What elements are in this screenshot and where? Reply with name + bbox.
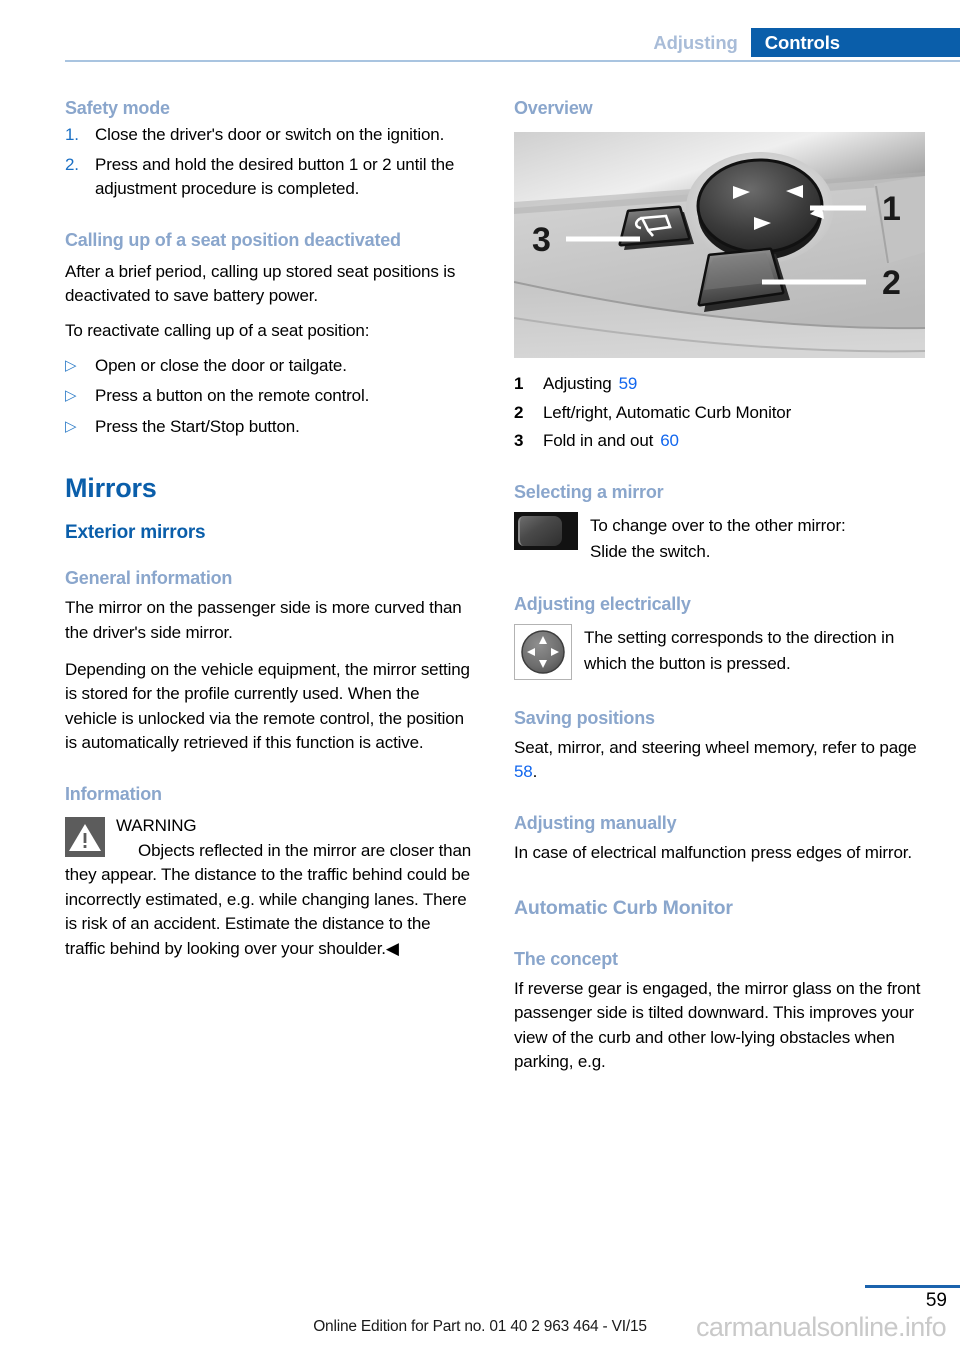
heading-the-concept: The concept — [514, 948, 618, 969]
legend-label: Fold in and out 60 — [543, 429, 924, 454]
calling-up-paragraph-1: After a brief period, calling up stored … — [65, 261, 456, 306]
page-number: 59 — [925, 1290, 947, 1311]
warning-triangle-icon — [65, 816, 105, 857]
selecting-mirror-text: To change over to the other mirror: Slid… — [590, 512, 924, 566]
heading-safety-mode: Safety mode — [65, 98, 170, 118]
heading-calling-up-seat-position: Calling up of a seat position deactivate… — [65, 229, 401, 250]
header-divider — [65, 60, 960, 62]
list-item-text: Press a button on the remote control. — [95, 386, 370, 406]
triangle-bullet-icon: ▷ — [65, 356, 77, 374]
svg-text:2: 2 — [882, 264, 901, 302]
list-item: 2 Left/right, Automatic Curb Monitor — [514, 401, 924, 426]
step-number: 2. — [65, 154, 79, 174]
saving-positions-text-before: Seat, mirror, and steering wheel memory,… — [514, 737, 917, 757]
selecting-mirror-line-1: To change over to the other mirror: — [590, 515, 846, 535]
page-reference-link[interactable]: 59 — [612, 374, 638, 393]
svg-text:3: 3 — [532, 221, 551, 259]
legend-label-text: Left/right, Automatic Curb Monitor — [543, 402, 792, 422]
legend-number: 1 — [514, 374, 524, 393]
joystick-icon — [514, 623, 572, 680]
calling-up-paragraph-2: To reactivate calling up of a seat posit… — [65, 320, 370, 340]
list-item: ▷ Press a button on the remote control. — [65, 384, 475, 409]
heading-adjusting-electrically: Adjusting electrically — [514, 593, 691, 614]
heading-saving-positions: Saving positions — [514, 707, 655, 728]
legend-label: Adjusting 59 — [543, 372, 924, 397]
legend-number: 3 — [514, 431, 524, 451]
step-text: Close the driver's door or switch on the… — [95, 125, 445, 144]
heading-information: Information — [65, 783, 162, 804]
page-reference-link[interactable]: 58 — [514, 762, 533, 781]
header-tab-adjusting[interactable]: Adjusting — [639, 28, 751, 57]
heading-exterior-mirrors: Exterior mirrors — [65, 522, 206, 544]
triangle-bullet-icon: ▷ — [65, 417, 77, 435]
warning-text: Objects reflected in the mirror are clos… — [65, 839, 475, 962]
safety-mode-steps: 1. Close the driver's door or switch on … — [65, 123, 475, 202]
triangle-bullet-icon: ▷ — [65, 387, 77, 405]
page-header: Adjusting Controls — [0, 0, 960, 62]
list-item: 2. Press and hold the desired button 1 o… — [65, 153, 475, 202]
adjusting-manually-text: In case of electrical malfunction press … — [514, 842, 912, 862]
list-item: 1 Adjusting 59 — [514, 372, 924, 397]
list-item: 3 Fold in and out 60 — [514, 429, 924, 454]
general-information-paragraph-2: Depending on the vehicle equipment, the … — [65, 659, 470, 753]
heading-mirrors: Mirrors — [65, 473, 157, 504]
joystick-glyph — [514, 623, 572, 680]
legend-number: 2 — [514, 402, 524, 422]
page-reference-link[interactable]: 60 — [653, 431, 679, 450]
warning-label: WARNING — [116, 815, 197, 835]
general-information-paragraph-1: The mirror on the passenger side is more… — [65, 598, 462, 642]
list-item: ▷ Press the Start/Stop button. — [65, 415, 475, 440]
list-item: ▷ Open or close the door or tailgate. — [65, 354, 475, 379]
heading-general-information: General information — [65, 568, 233, 589]
heading-overview: Overview — [514, 98, 593, 118]
selecting-mirror-row: To change over to the other mirror: Slid… — [514, 511, 924, 566]
saving-positions-text: Seat, mirror, and steering wheel memory,… — [514, 736, 924, 785]
overview-legend: 1 Adjusting 59 2 Left/right, Automatic Cu… — [514, 372, 924, 454]
legend-label-text: Fold in and out — [543, 431, 654, 451]
footer-divider — [865, 1285, 960, 1288]
mirror-controls-illustration: 1 2 3 — [514, 132, 925, 358]
heading-adjusting-manually: Adjusting manually — [514, 812, 677, 833]
right-column: Overview 1 2 3 1 Adjusting 59 2 Left/rig… — [514, 96, 925, 1075]
legend-label: Left/right, Automatic Curb Monitor — [543, 401, 924, 426]
the-concept-text: If reverse gear is engaged, the mirror g… — [514, 978, 921, 1072]
left-column: Safety mode 1. Close the driver's door o… — [65, 96, 475, 961]
list-item-text: Press the Start/Stop button. — [95, 416, 300, 436]
slide-switch-icon — [514, 511, 578, 550]
saving-positions-text-after: . — [532, 762, 538, 782]
slide-switch-glyph — [514, 511, 578, 550]
heading-selecting-a-mirror: Selecting a mirror — [514, 481, 664, 502]
site-watermark: carmanualsonline.info — [695, 1312, 947, 1342]
warning-end-marker: ◀ — [385, 938, 399, 958]
adjusting-electrically-text: The setting corresponds to the direction… — [584, 627, 895, 674]
reactivate-bullet-list: ▷ Open or close the door or tailgate. ▷ … — [65, 354, 475, 440]
slide-switch-thumb — [518, 515, 562, 546]
warning-text-content: Objects reflected in the mirror are clos… — [65, 840, 472, 958]
header-section-tabs: Adjusting Controls — [639, 28, 960, 57]
adjusting-electrically-row: The setting corresponds to the direction… — [514, 623, 924, 680]
step-text: Press and hold the desired button 1 or 2… — [95, 154, 455, 199]
page-footer: 59 Online Edition for Part no. 01 40 2 9… — [0, 1272, 960, 1362]
legend-label-text: Adjusting — [543, 374, 612, 393]
warning-block: WARNING Objects reflected in the mirror … — [65, 814, 475, 962]
selecting-mirror-line-2: Slide the switch. — [590, 542, 711, 562]
header-tab-controls[interactable]: Controls — [750, 28, 960, 57]
list-item-text: Open or close the door or tailgate. — [95, 355, 347, 375]
list-item: 1. Close the driver's door or switch on … — [65, 123, 475, 148]
svg-text:1: 1 — [882, 190, 901, 228]
step-number: 1. — [65, 125, 79, 144]
heading-automatic-curb-monitor: Automatic Curb Monitor — [514, 896, 733, 919]
